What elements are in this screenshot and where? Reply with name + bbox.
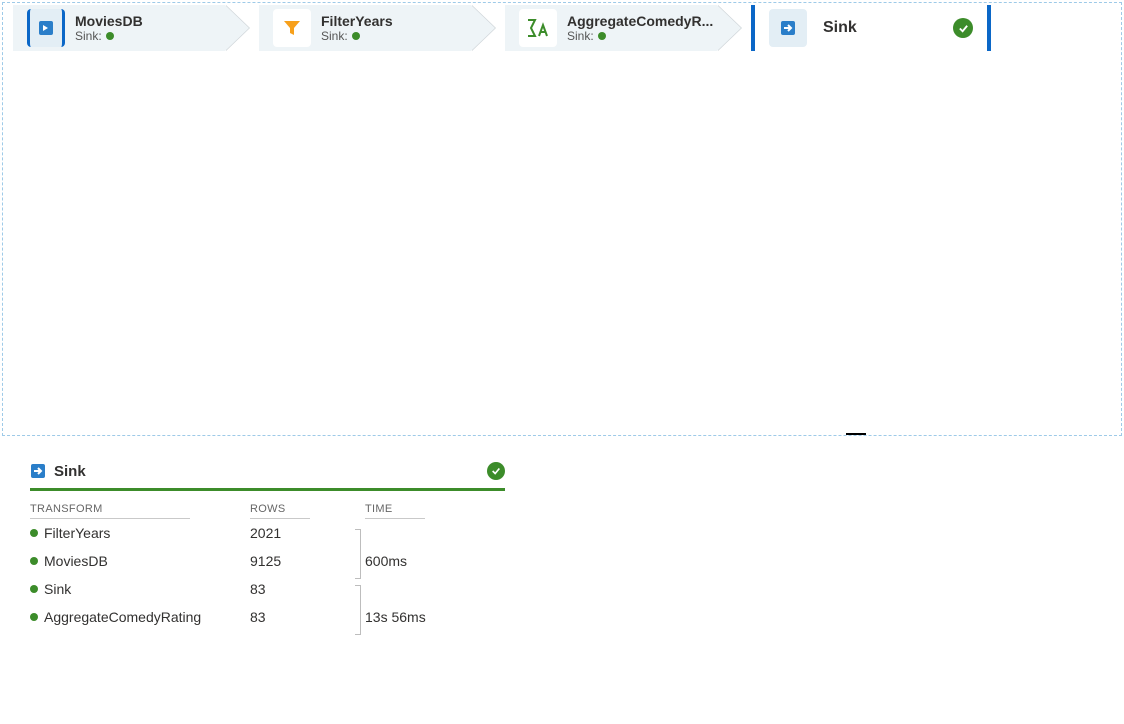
rows-value: 9125 bbox=[250, 547, 365, 575]
col-transform: TRANSFORM bbox=[30, 501, 190, 519]
sink-icon bbox=[30, 463, 46, 479]
sink-icon bbox=[769, 9, 807, 47]
time-bracket-icon bbox=[355, 585, 361, 635]
pipeline-row: MoviesDB Sink: FilterYears Sink: bbox=[3, 3, 1121, 53]
table-row[interactable]: MoviesDB bbox=[30, 547, 250, 575]
stats-table: TRANSFORM ROWS TIME FilterYears 2021 Mov… bbox=[30, 501, 505, 631]
node-subtitle: Sink: bbox=[567, 29, 717, 43]
node-sink[interactable]: Sink bbox=[751, 5, 991, 51]
details-panel: Sink TRANSFORM ROWS TIME FilterYears 202… bbox=[2, 438, 1122, 643]
table-row[interactable]: AggregateComedyRating bbox=[30, 603, 250, 631]
node-subtitle: Sink: bbox=[75, 29, 225, 43]
node-title: Sink bbox=[823, 19, 953, 37]
status-dot-icon bbox=[352, 32, 360, 40]
node-title: AggregateComedyR... bbox=[567, 13, 717, 29]
table-row[interactable]: FilterYears bbox=[30, 519, 250, 547]
status-dot-icon bbox=[30, 529, 38, 537]
node-filteryears[interactable]: FilterYears Sink: bbox=[259, 5, 471, 51]
rows-value: 83 bbox=[250, 603, 365, 631]
check-icon bbox=[487, 462, 505, 480]
status-dot-icon bbox=[106, 32, 114, 40]
check-icon bbox=[953, 18, 973, 38]
details-header: Sink bbox=[30, 462, 505, 491]
node-moviesdb[interactable]: MoviesDB Sink: bbox=[13, 5, 225, 51]
dataflow-canvas[interactable]: MoviesDB Sink: FilterYears Sink: bbox=[2, 2, 1122, 436]
time-value bbox=[365, 575, 525, 603]
col-rows: ROWS bbox=[250, 501, 310, 519]
details-title: Sink bbox=[54, 463, 487, 480]
status-dot-icon bbox=[598, 32, 606, 40]
time-bracket-icon bbox=[355, 529, 361, 579]
source-icon bbox=[27, 9, 65, 47]
col-time: TIME bbox=[365, 501, 425, 519]
node-subtitle: Sink: bbox=[321, 29, 471, 43]
rows-value: 2021 bbox=[250, 519, 365, 547]
time-value: 13s 56ms bbox=[365, 603, 525, 631]
node-aggregate[interactable]: AggregateComedyR... Sink: bbox=[505, 5, 717, 51]
rows-value: 83 bbox=[250, 575, 365, 603]
resize-handle[interactable] bbox=[846, 433, 866, 436]
status-dot-icon bbox=[30, 613, 38, 621]
table-row[interactable]: Sink bbox=[30, 575, 250, 603]
status-dot-icon bbox=[30, 557, 38, 565]
time-value bbox=[365, 519, 525, 547]
node-title: FilterYears bbox=[321, 13, 471, 29]
status-dot-icon bbox=[30, 585, 38, 593]
node-title: MoviesDB bbox=[75, 13, 225, 29]
aggregate-icon bbox=[519, 9, 557, 47]
filter-icon bbox=[273, 9, 311, 47]
time-value: 600ms bbox=[365, 547, 525, 575]
